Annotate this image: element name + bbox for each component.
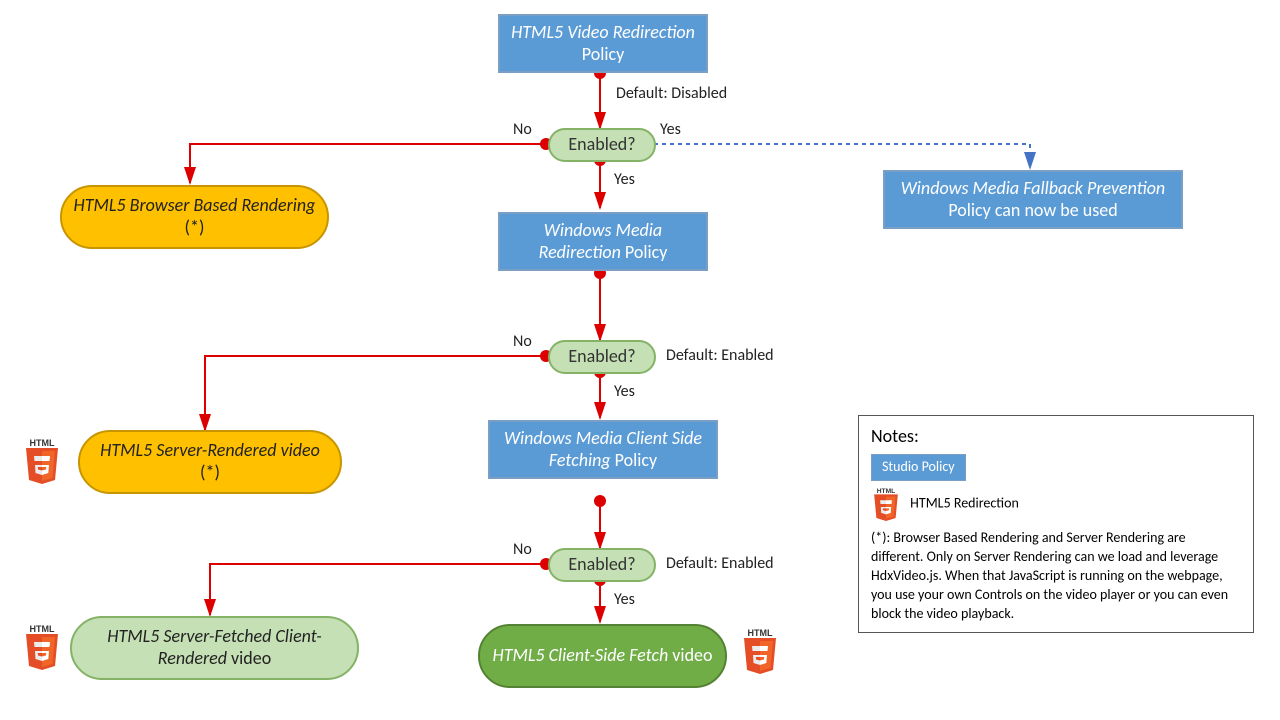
label-yes-1b: Yes (614, 170, 635, 189)
notes-body: (*): Browser Based Rendering and Server … (871, 529, 1241, 623)
decision-enabled-2: Enabled? (548, 340, 656, 374)
outcome4-italic: HTML5 Client-Side Fetch (493, 644, 669, 666)
html5-icon (22, 624, 62, 670)
outcome2-plain: (*) (200, 461, 220, 483)
label-default-enabled-1: Default: Enabled (666, 346, 774, 365)
outcome-client-side-fetch: HTML5 Client-Side Fetch video (478, 624, 727, 688)
policy3-plain: Policy (611, 449, 658, 471)
policy1-italic: HTML5 Video Redirection (511, 21, 695, 43)
html5-icon (740, 628, 780, 674)
fallback-plain: Policy can now be used (948, 199, 1117, 221)
html5-icon (22, 438, 62, 484)
label-default-disabled: Default: Disabled (616, 84, 727, 103)
outcome-server-fetched-client-rendered: HTML5 Server-Fetched Client-Rendered vid… (70, 616, 359, 680)
label-default-enabled-2: Default: Enabled (666, 554, 774, 573)
outcome2-italic: HTML5 Server-Rendered video (100, 439, 320, 461)
notes-title: Notes: (871, 424, 1241, 448)
label-no-3: No (513, 540, 532, 559)
label-yes-3: Yes (614, 590, 635, 609)
outcome-browser-based-rendering: HTML5 Browser Based Rendering (*) (60, 185, 329, 249)
outcome-server-rendered: HTML5 Server-Rendered video (*) (78, 430, 342, 494)
decision-enabled-1: Enabled? (548, 128, 656, 162)
label-no-1: No (513, 120, 532, 139)
label-yes-1: Yes (660, 120, 681, 139)
legend-html5-redirection: HTML5 Redirection (910, 495, 1019, 512)
policy-windows-media-client-side-fetching: Windows Media Client Side Fetching Polic… (488, 420, 718, 479)
policy1-plain: Policy (582, 43, 624, 65)
outcome1-italic: HTML5 Browser Based Rendering (74, 194, 316, 216)
label-no-2: No (513, 332, 532, 351)
legend-studio-policy: Studio Policy (871, 454, 966, 481)
outcome1-plain: (*) (185, 216, 205, 238)
policy2-plain: Policy (621, 241, 668, 263)
fallback-prevention-note: Windows Media Fallback Prevention Policy… (883, 170, 1183, 229)
policy-html5-video-redirection: HTML5 Video Redirection Policy (498, 14, 708, 73)
fallback-italic: Windows Media Fallback Prevention (901, 177, 1165, 199)
label-yes-2: Yes (614, 382, 635, 401)
outcome4-plain: video (668, 644, 712, 666)
outcome3-plain: video (227, 647, 271, 669)
outcome3-italic: HTML5 Server-Fetched Client-Rendered (107, 625, 321, 669)
notes-panel: Notes: Studio Policy HTML5 Redirection (… (858, 415, 1254, 633)
policy-windows-media-redirection: Windows Media Redirection Policy (498, 212, 708, 271)
policy3-italic: Windows Media Client Side Fetching (504, 427, 702, 471)
decision-enabled-3: Enabled? (548, 548, 656, 582)
html5-icon (871, 487, 901, 521)
